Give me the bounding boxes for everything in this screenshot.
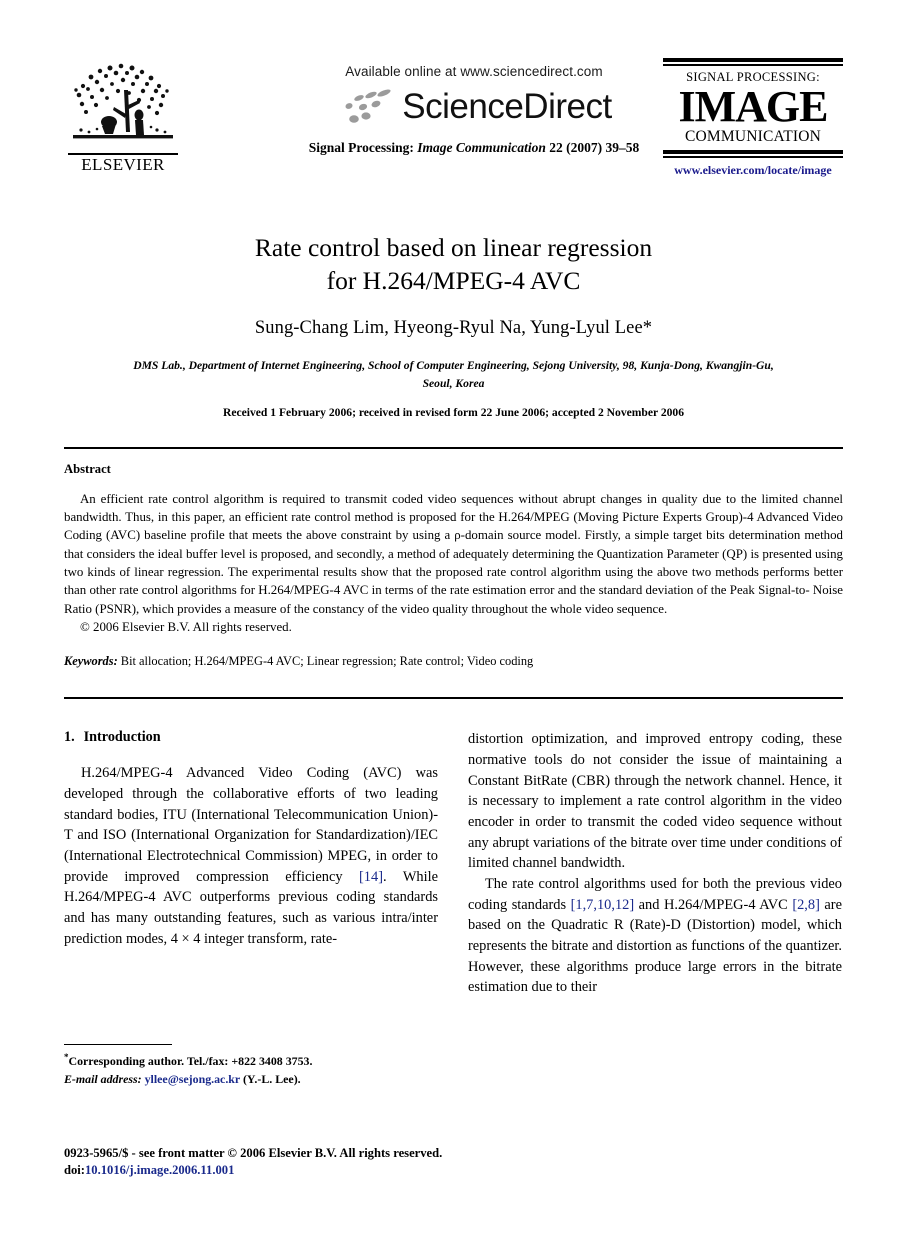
sciencedirect-block: Available online at www.sciencedirect.co…: [264, 64, 684, 156]
journal-url-link[interactable]: www.elsevier.com/locate/image: [663, 163, 843, 178]
keywords-value: Bit allocation; H.264/MPEG-4 AVC; Linear…: [117, 654, 534, 669]
keywords-line: Keywords: Bit allocation; H.264/MPEG-4 A…: [64, 654, 843, 669]
intro-paragraph-2: The rate control algorithms used for bot…: [468, 874, 842, 998]
citation-link-1-7-10-12[interactable]: [1,7,10,12]: [571, 897, 635, 913]
journal-citation-suffix: 22 (2007) 39–58: [545, 140, 640, 155]
abstract-bottom-rule: [64, 697, 843, 700]
abstract-heading: Abstract: [64, 461, 111, 476]
left-column: 1. Introduction H.264/MPEG-4 Advanced Vid…: [64, 729, 438, 998]
title-line-1: Rate control based on linear regression: [254, 233, 653, 262]
footnote-email-link[interactable]: yllee@sejong.ac.kr: [142, 1072, 240, 1086]
journal-logo-top-rule-thick: [663, 58, 843, 62]
page-footer: 0923-5965/$ - see front matter © 2006 El…: [64, 1146, 844, 1178]
title-line-2: for H.264/MPEG-4 AVC: [326, 265, 581, 295]
elsevier-tree-icon: [73, 63, 173, 139]
abstract-copyright: © 2006 Elsevier B.V. All rights reserved…: [80, 619, 292, 634]
section-heading-introduction: 1. Introduction: [64, 729, 438, 746]
left-column-text: H.264/MPEG-4 Advanced Video Coding (AVC)…: [64, 763, 438, 949]
journal-citation-title: Image Communication: [417, 140, 546, 155]
footnote-corresponding-text: Corresponding author. Tel./fax: +822 340…: [68, 1054, 313, 1069]
intro-paragraph-1-continued: distortion optimization, and improved en…: [468, 731, 842, 872]
journal-citation-prefix: Signal Processing:: [308, 140, 418, 155]
front-matter-line: 0923-5965/$ - see front matter © 2006 El…: [64, 1146, 443, 1160]
intro-p2-part-b: and H.264/MPEG-4 AVC: [634, 896, 793, 913]
journal-logo-line2: IMAGE: [678, 82, 829, 131]
available-online-text: Available online at www.sciencedirect.co…: [345, 64, 603, 79]
footnote-email-label: E-mail address:: [64, 1071, 142, 1086]
sciencedirect-logo: ScienceDirect: [264, 86, 684, 128]
body-columns: 1. Introduction H.264/MPEG-4 Advanced Vid…: [64, 729, 843, 998]
abstract-top-rule: [64, 447, 843, 449]
footnote-email-line: E-mail address: yllee@sejong.ac.kr (Y.-L…: [64, 1071, 438, 1088]
journal-logo-bottom-rule-thick: [663, 149, 843, 154]
doi-link[interactable]: 10.1016/j.image.2006.11.001: [85, 1163, 234, 1177]
abstract-paragraph: An efficient rate control algorithm is r…: [64, 491, 843, 616]
sciencedirect-wordmark: ScienceDirect: [402, 87, 612, 126]
masthead: ELSEVIER Available online at www.science…: [64, 58, 843, 198]
intro-paragraph-1: H.264/MPEG-4 Advanced Video Coding (AVC)…: [64, 763, 438, 949]
journal-logo-top-rule-thin: [663, 64, 843, 66]
right-column-text: distortion optimization, and improved en…: [468, 729, 842, 998]
citation-link-2-8[interactable]: [2,8]: [792, 897, 820, 913]
abstract-body: An efficient rate control algorithm is r…: [64, 490, 843, 637]
title-block: Rate control based on linear regression …: [64, 232, 843, 419]
elsevier-wordmark: ELSEVIER: [81, 155, 165, 174]
journal-logo-bottom-rule-thin: [663, 155, 843, 158]
section-number: 1.: [64, 729, 75, 746]
affiliation: DMS Lab., Department of Internet Enginee…: [124, 357, 784, 392]
paper-page: ELSEVIER Available online at www.science…: [0, 0, 907, 1238]
footnote-rule: [64, 1044, 172, 1046]
citation-link-14[interactable]: [14]: [359, 869, 383, 885]
article-history: Received 1 February 2006; received in re…: [222, 406, 685, 420]
journal-logo-line3: COMMUNICATION: [684, 127, 822, 145]
right-column: distortion optimization, and improved en…: [468, 729, 842, 998]
intro-p1-part-a: H.264/MPEG-4 Advanced Video Coding (AVC)…: [64, 765, 438, 885]
section-title: Introduction: [83, 729, 161, 746]
footnote-corresponding-author: *Corresponding author. Tel./fax: +822 34…: [64, 1051, 438, 1070]
footnote-email-suffix: (Y.-L. Lee).: [239, 1071, 301, 1086]
page-title: Rate control based on linear regression …: [64, 232, 843, 297]
journal-logo: SIGNAL PROCESSING: IMAGE COMMUNICATION w…: [663, 58, 843, 178]
affiliation-line-1: DMS Lab., Department of Internet Enginee…: [133, 359, 703, 373]
sciencedirect-swoosh-icon: [345, 89, 391, 123]
doi-line: doi:10.1016/j.image.2006.11.001: [64, 1163, 844, 1178]
doi-label: doi:: [64, 1163, 85, 1177]
author-list: Sung-Chang Lim, Hyeong-Ryul Na, Yung-Lyu…: [254, 318, 653, 339]
keywords-label: Keywords:: [64, 654, 118, 669]
footnote-block: *Corresponding author. Tel./fax: +822 34…: [64, 1044, 438, 1088]
elsevier-logo: ELSEVIER: [64, 60, 182, 174]
journal-citation-line: Signal Processing: Image Communication 2…: [264, 140, 684, 156]
